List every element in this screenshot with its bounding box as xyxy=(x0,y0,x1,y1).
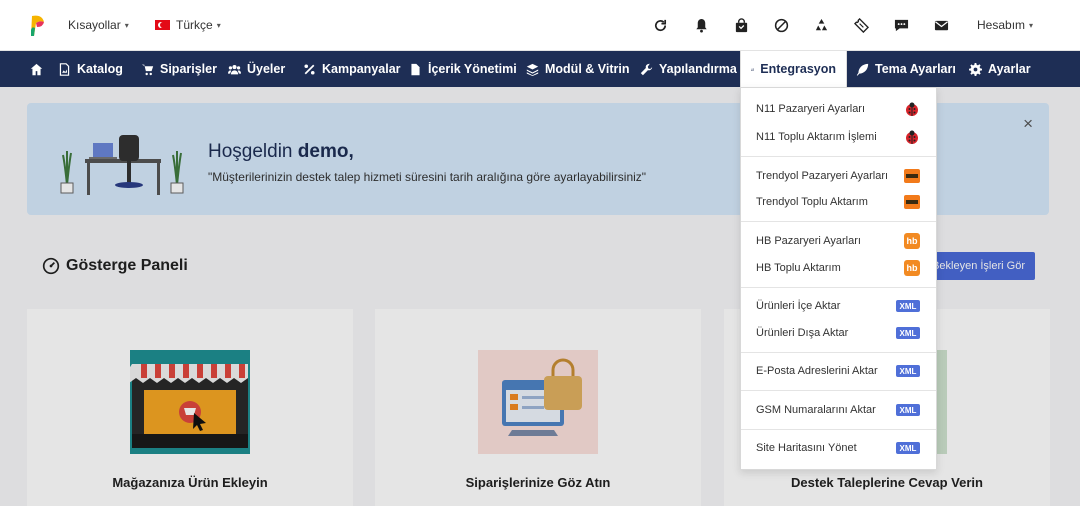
xml-icon: XML xyxy=(896,365,920,377)
chevron-down-icon: ▾ xyxy=(1029,20,1034,30)
nav-settings[interactable]: Ayarlar xyxy=(969,51,1031,87)
mail-icon[interactable] xyxy=(932,16,950,34)
nav-configuration[interactable]: Yapılandırma xyxy=(640,51,737,87)
dropdown-item-label: E-Posta Adreslerini Aktar xyxy=(756,365,878,377)
dropdown-item-label: Trendyol Pazaryeri Ayarları xyxy=(756,170,889,182)
account-menu[interactable]: Hesabım ▾ xyxy=(977,18,1033,32)
nav-modules[interactable]: Modül & Vitrin xyxy=(526,51,630,87)
nav-integration-label: Entegrasyon xyxy=(760,62,836,76)
xml-icon: XML xyxy=(896,327,920,339)
nav-home[interactable] xyxy=(30,51,49,87)
chat-icon[interactable] xyxy=(892,16,910,34)
dropdown-item-label: Trendyol Toplu Aktarım xyxy=(756,196,868,208)
shortcuts-label: Kısayollar xyxy=(68,18,121,32)
dropdown-item-export-emails[interactable]: E-Posta Adreslerini Aktar XML xyxy=(741,358,936,384)
nav-configuration-label: Yapılandırma xyxy=(659,62,737,76)
nav-settings-label: Ayarlar xyxy=(988,62,1031,76)
users-icon xyxy=(228,64,241,74)
language-label: Türkçe xyxy=(176,18,213,32)
nav-content-management[interactable]: İçerik Yönetimi xyxy=(409,51,517,87)
nav-campaigns-label: Kampanyalar xyxy=(322,62,401,76)
language-selector[interactable]: Türkçe ▾ xyxy=(155,18,221,32)
turkey-flag-icon xyxy=(155,20,170,30)
nav-campaigns[interactable]: Kampanyalar xyxy=(303,51,401,87)
dropdown-item-label: Ürünleri İçe Aktar xyxy=(756,300,841,312)
dropdown-divider xyxy=(741,390,936,391)
nav-catalog[interactable]: Katalog xyxy=(58,51,123,87)
dropdown-divider xyxy=(741,429,936,430)
dropdown-item-n11-settings[interactable]: N11 Pazaryeri Ayarları xyxy=(741,96,936,122)
dropdown-item-label: N11 Pazaryeri Ayarları xyxy=(756,103,866,115)
chevron-down-icon: ▾ xyxy=(124,20,129,30)
ladybug-icon xyxy=(906,130,918,144)
dropdown-item-label: HB Toplu Aktarım xyxy=(756,262,841,274)
nav-orders-label: Siparişler xyxy=(160,62,217,76)
dropdown-item-hb-settings[interactable]: HB Pazaryeri Ayarları hb xyxy=(741,228,936,254)
dropdown-divider xyxy=(741,352,936,353)
nav-orders[interactable]: Siparişler xyxy=(141,51,217,87)
dropdown-divider xyxy=(741,156,936,157)
wrench-icon xyxy=(640,63,653,75)
hepsiburada-icon: hb xyxy=(904,233,920,249)
nav-modules-label: Modül & Vitrin xyxy=(545,62,630,76)
dropdown-item-trendyol-settings[interactable]: Trendyol Pazaryeri Ayarları xyxy=(741,163,936,189)
percent-icon xyxy=(304,63,315,75)
cart-icon xyxy=(141,64,154,75)
feather-icon xyxy=(856,63,869,76)
nav-content-management-label: İçerik Yönetimi xyxy=(428,62,517,76)
dropdown-item-import-products[interactable]: Ürünleri İçe Aktar XML xyxy=(741,293,936,319)
file-icon xyxy=(411,63,420,75)
dropdown-item-export-products[interactable]: Ürünleri Dışa Aktar XML xyxy=(741,320,936,346)
ban-icon[interactable] xyxy=(772,16,790,34)
dropdown-divider xyxy=(741,221,936,222)
recycle-icon[interactable] xyxy=(812,16,830,34)
nav-catalog-label: Katalog xyxy=(77,62,123,76)
shortcuts-menu[interactable]: Kısayollar ▾ xyxy=(68,18,129,32)
home-icon xyxy=(30,63,43,75)
main-nav: Katalog Siparişler Üyeler Kampanyalar İç… xyxy=(0,51,1080,87)
ticket-icon[interactable] xyxy=(852,16,870,34)
nav-theme-settings-label: Tema Ayarları xyxy=(875,62,956,76)
refresh-icon[interactable] xyxy=(651,16,669,34)
integration-dropdown: N11 Pazaryeri Ayarları N11 Toplu Aktarım… xyxy=(740,87,937,470)
ladybug-icon xyxy=(906,102,918,116)
nav-integration[interactable]: Entegrasyon xyxy=(740,51,847,87)
top-bar: Kısayollar ▾ Türkçe ▾ Hesabım ▾ xyxy=(0,0,1080,51)
xml-icon: XML xyxy=(896,300,920,312)
dropdown-item-label: GSM Numaralarını Aktar xyxy=(756,404,876,416)
nav-members[interactable]: Üyeler xyxy=(228,51,285,87)
file-image-icon xyxy=(59,62,70,76)
dropdown-item-label: Ürünleri Dışa Aktar xyxy=(756,327,849,339)
dropdown-item-label: HB Pazaryeri Ayarları xyxy=(756,235,861,247)
gear-icon xyxy=(969,62,982,76)
chevron-down-icon: ▾ xyxy=(216,20,221,30)
layers-icon xyxy=(526,63,539,76)
trendyol-icon xyxy=(904,195,920,209)
exchange-icon xyxy=(751,67,755,71)
hepsiburada-icon: hb xyxy=(904,260,920,276)
nav-theme-settings[interactable]: Tema Ayarları xyxy=(856,51,956,87)
xml-icon: XML xyxy=(896,404,920,416)
dropdown-item-hb-bulk[interactable]: HB Toplu Aktarım hb xyxy=(741,255,936,281)
dropdown-item-label: Site Haritasını Yönet xyxy=(756,442,857,454)
bell-icon[interactable] xyxy=(692,16,710,34)
dropdown-item-export-gsm[interactable]: GSM Numaralarını Aktar XML xyxy=(741,397,936,423)
trendyol-icon xyxy=(904,169,920,183)
dropdown-divider xyxy=(741,287,936,288)
nav-members-label: Üyeler xyxy=(247,62,286,76)
dropdown-item-label: N11 Toplu Aktarım İşlemi xyxy=(756,131,877,143)
dropdown-item-sitemap[interactable]: Site Haritasını Yönet XML xyxy=(741,435,936,461)
dropdown-item-n11-bulk[interactable]: N11 Toplu Aktarım İşlemi xyxy=(741,124,936,150)
xml-icon: XML xyxy=(896,442,920,454)
dropdown-item-trendyol-bulk[interactable]: Trendyol Toplu Aktarım xyxy=(741,189,936,215)
account-label: Hesabım xyxy=(977,18,1026,32)
logo-icon[interactable] xyxy=(26,14,48,38)
shopping-bag-icon[interactable] xyxy=(732,16,750,34)
